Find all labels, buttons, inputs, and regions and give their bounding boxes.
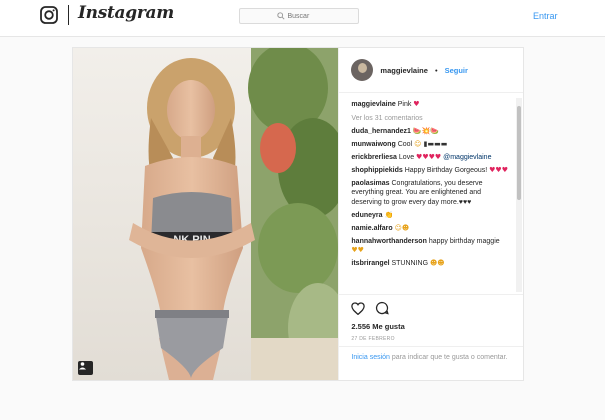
comment-username[interactable]: erickbrerliesa	[351, 154, 397, 161]
comment-item: eduneyra 👏	[351, 211, 509, 221]
user-tag-icon[interactable]	[78, 361, 93, 375]
top-navigation-bar: Instagram Entrar	[0, 0, 605, 37]
post-actions: 2.556 Me gusta 27 DE FEBRERO	[339, 294, 524, 344]
emoji-icons: 🍉💥🍉	[412, 126, 440, 135]
post-date: 27 DE FEBRERO	[351, 336, 395, 342]
scrollbar-thumb[interactable]	[517, 106, 521, 200]
comment-username[interactable]: duda_hernandez1	[351, 128, 411, 135]
instagram-wordmark[interactable]: Instagram	[78, 3, 174, 23]
comment-username[interactable]: munwaiwong	[351, 141, 395, 148]
post-sidebar: maggievlaine • Seguir maggievlaine Pink …	[338, 48, 524, 380]
comment-username[interactable]: namie.alfaro	[351, 225, 392, 232]
comment-icon[interactable]	[375, 301, 390, 315]
heart-icon[interactable]	[351, 301, 366, 315]
post-caption: maggievlaine Pink ♥	[351, 100, 509, 110]
caption-username[interactable]: maggievlaine	[351, 101, 395, 108]
logo-divider	[68, 5, 69, 25]
comment-username[interactable]: paolasimas	[351, 180, 389, 187]
comments-scrollbar[interactable]	[516, 98, 522, 292]
comment-username[interactable]: itsbrirangel	[351, 260, 389, 267]
caption-text: Pink	[397, 101, 412, 108]
separator-dot: •	[434, 65, 438, 75]
clap-emoji-icon: 👏	[384, 210, 394, 219]
comment-item: duda_hernandez1 🍉💥🍉	[351, 127, 509, 137]
heart-emoji-icon: ♥	[413, 100, 420, 108]
search-box[interactable]	[239, 8, 359, 24]
comment-username[interactable]: eduneyra	[351, 212, 382, 219]
login-prompt: Inicia sesión para indicar que te gusta …	[339, 346, 524, 380]
post-photo[interactable]: NK PIN	[73, 48, 339, 380]
comment-item: namie.alfaro ☺☻	[351, 224, 509, 234]
comment-text: STUNNING	[391, 260, 429, 267]
emoji-icons: ☺ ▮▬▬▬	[414, 139, 448, 148]
avatar[interactable]	[351, 59, 374, 81]
search-input[interactable]	[287, 12, 322, 20]
instagram-logo-icon[interactable]	[40, 6, 58, 24]
comment-text: Cool	[397, 140, 413, 148]
mention-link[interactable]: @maggievlaine	[443, 154, 491, 161]
login-prompt-text: para indicar que te gusta o comentar.	[391, 354, 508, 361]
login-link[interactable]: Entrar	[533, 11, 558, 21]
post-header: maggievlaine • Seguir	[339, 48, 523, 93]
comment-text: Happy Birthday Gorgeous!	[404, 166, 488, 174]
comment-item: paolasimas Congratulations, you deserve …	[351, 179, 509, 208]
comment-text: happy birthday maggie	[428, 237, 500, 245]
heart-emoji-icons: ♥♥♥	[489, 165, 508, 174]
author-username[interactable]: maggievlaine	[380, 66, 428, 75]
view-all-comments-link[interactable]: Ver los 31 comentarios	[351, 115, 509, 122]
comment-username[interactable]: hannahworthanderson	[351, 238, 426, 245]
follow-button[interactable]: Seguir	[445, 66, 468, 75]
comment-item: shophippiekids Happy Birthday Gorgeous! …	[351, 166, 509, 176]
post-card: NK PIN maggievlaine • Seguir maggievlain…	[72, 47, 524, 381]
comment-item: erickbrerliesa Love ♥♥♥♥ @maggievlaine	[351, 153, 509, 163]
comment-item: munwaiwong Cool ☺ ▮▬▬▬	[351, 140, 509, 150]
login-prompt-link[interactable]: Inicia sesión	[351, 354, 390, 361]
heart-emoji-icons: ♥♥	[351, 246, 364, 254]
heart-eyes-emoji-icons: ☻☻	[430, 259, 445, 267]
action-icons-row	[351, 301, 511, 315]
comment-username[interactable]: shophippiekids	[351, 167, 402, 174]
heart-emoji-icons: ♥♥♥♥	[416, 152, 442, 161]
heart-eyes-emoji-icons: ☺☻	[394, 223, 410, 232]
comment-text: Love	[398, 153, 415, 161]
comment-item: itsbrirangel STUNNING ☻☻	[351, 259, 509, 269]
comments-list[interactable]: maggievlaine Pink ♥ Ver los 31 comentari…	[339, 94, 523, 294]
photo-illustration: NK PIN	[73, 48, 339, 380]
search-icon	[276, 12, 285, 20]
comment-item: hannahworthanderson happy birthday maggi…	[351, 237, 509, 256]
likes-count[interactable]: 2.556 Me gusta	[351, 322, 511, 331]
